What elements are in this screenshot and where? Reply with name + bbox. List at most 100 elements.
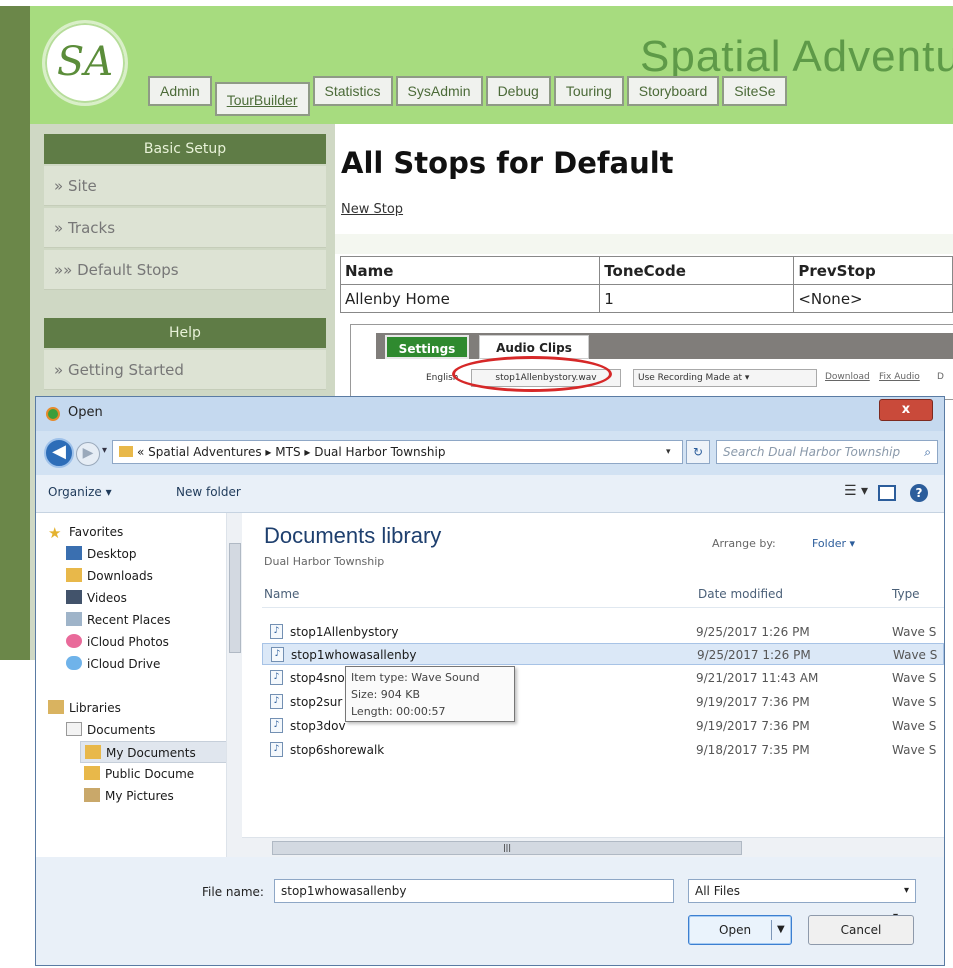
download-link[interactable]: Download [825, 372, 870, 382]
nav-scrollbar-thumb[interactable] [229, 543, 241, 653]
folder-icon [85, 745, 101, 759]
cell-name: Allenby Home [339, 284, 601, 313]
icloud-drive-icon [66, 656, 82, 670]
sidebar-item-tracks[interactable]: » Tracks [44, 208, 326, 248]
views-icon[interactable]: ☰ ▾ [844, 483, 868, 499]
tooltip-item-type: Item type: Wave Sound [351, 671, 480, 684]
column-header-tonecode: ToneCode [599, 256, 795, 285]
folder-icon [84, 766, 100, 780]
arrange-by-label: Arrange by: [712, 537, 776, 550]
nav-my-pictures[interactable]: My Pictures [84, 785, 174, 807]
open-options-arrow-icon[interactable]: ▼ [777, 916, 785, 944]
file-type-filter[interactable]: All Files ▾ [688, 879, 916, 903]
cell-prevstop: <None> [793, 284, 953, 313]
stops-table: Name ToneCode PrevStop Allenby Home 1 <N… [339, 256, 953, 313]
nav-videos[interactable]: Videos [66, 587, 127, 609]
cell-tonecode: 1 [599, 284, 795, 313]
nav-documents[interactable]: Documents [66, 719, 155, 741]
audio-file-icon: ♪ [271, 647, 284, 662]
back-arrow-icon: ◀ [52, 441, 66, 462]
tab-tourbuilder[interactable]: TourBuilder [214, 82, 310, 116]
search-icon: ⌕ [924, 445, 931, 459]
nav-desktop[interactable]: Desktop [66, 543, 137, 565]
sidebar-item-site[interactable]: » Site [44, 166, 326, 206]
tab-admin[interactable]: Admin [148, 76, 212, 106]
page-title: All Stops for Default [341, 146, 674, 180]
library-title: Documents library [264, 523, 442, 548]
site-title: Spatial Adventur [640, 32, 953, 81]
address-dropdown-icon[interactable]: ▾ [666, 440, 671, 464]
tab-touring[interactable]: Touring [553, 76, 624, 106]
file-row-selected[interactable]: ♪ stop1whowasallenby 9/25/2017 1:26 PM W… [262, 643, 944, 665]
breadcrumb-path: « Spatial Adventures ▸ MTS ▸ Dual Harbor… [137, 445, 446, 459]
refresh-button[interactable]: ↻ [686, 440, 710, 464]
dialog-titlebar: Open x [36, 397, 944, 431]
organize-button[interactable]: Organize ▾ [48, 485, 112, 499]
truncated-link[interactable]: D [937, 372, 944, 382]
new-folder-button[interactable]: New folder [176, 485, 241, 499]
nav-scrollbar[interactable] [226, 513, 242, 857]
audio-file-icon: ♪ [270, 670, 283, 685]
sidebar-item-default-stops[interactable]: »» Default Stops [44, 250, 326, 290]
library-subtitle: Dual Harbor Township [264, 555, 385, 568]
nav-icloud-drive[interactable]: iCloud Drive [66, 653, 160, 675]
refresh-icon: ↻ [692, 445, 704, 459]
recording-select[interactable]: Use Recording Made at ▾ [633, 369, 817, 387]
site-logo[interactable]: SA [42, 20, 128, 106]
tooltip-size: Size: 904 KB [351, 688, 421, 701]
close-button[interactable]: x [879, 399, 933, 421]
tab-statistics[interactable]: Statistics [312, 76, 393, 106]
cancel-button[interactable]: Cancel [808, 915, 914, 945]
file-name-input[interactable]: stop1whowasallenby ▾ [274, 879, 898, 922]
fix-audio-link[interactable]: Fix Audio [879, 372, 920, 382]
nav-icloud-photos[interactable]: iCloud Photos [66, 631, 169, 653]
column-header-date-modified[interactable]: Date modified [698, 587, 783, 601]
folder-icon [119, 446, 133, 457]
tab-sysadmin[interactable]: SysAdmin [395, 76, 483, 106]
horizontal-scrollbar-thumb[interactable]: ||| [272, 841, 742, 855]
nav-favorites[interactable]: ★ Favorites [48, 521, 123, 543]
search-input[interactable]: Search Dual Harbor Township ⌕ [716, 440, 938, 464]
pictures-folder-icon [84, 788, 100, 802]
arrange-by-dropdown[interactable]: Folder ▾ [812, 537, 855, 550]
forward-arrow-icon: ▶ [82, 445, 94, 461]
dialog-footer: File name: stop1whowasallenby ▾ All File… [36, 857, 944, 965]
column-header-type[interactable]: Type [892, 587, 920, 601]
nav-libraries[interactable]: Libraries [48, 697, 121, 719]
table-row[interactable]: Allenby Home 1 <None> [339, 284, 953, 313]
help-icon[interactable]: ? [910, 484, 928, 502]
forward-button[interactable]: ▶ [76, 442, 100, 466]
audio-file-icon: ♪ [270, 718, 283, 733]
open-button[interactable]: Open ▼ [688, 915, 792, 945]
sidebar-item-getting-started[interactable]: » Getting Started [44, 350, 326, 390]
star-icon: ★ [48, 524, 62, 542]
column-header-name[interactable]: Name [264, 587, 299, 601]
videos-icon [66, 590, 82, 604]
downloads-folder-icon [66, 568, 82, 582]
navigation-pane: ★ Favorites Desktop Downloads Videos Rece… [36, 513, 241, 857]
tab-sitese[interactable]: SiteSe [722, 76, 788, 106]
main-tab-bar: AdminTourBuilderStatistics SysAdmin Debug T… [148, 76, 790, 116]
file-row[interactable]: ♪ stop1Allenbystory 9/25/2017 1:26 PM Wa… [262, 621, 944, 643]
nav-my-documents[interactable]: My Documents [80, 741, 230, 763]
nav-recent-places[interactable]: Recent Places [66, 609, 170, 631]
left-border-band [0, 0, 30, 660]
sidebar-header-basic-setup: Basic Setup [44, 134, 326, 164]
split-divider [771, 920, 772, 940]
nav-downloads[interactable]: Downloads [66, 565, 153, 587]
highlight-ellipse [452, 356, 612, 392]
new-stop-link[interactable]: New Stop [341, 202, 403, 217]
recent-locations-dropdown[interactable]: ▾ [102, 445, 107, 456]
back-button[interactable]: ◀ [44, 438, 74, 468]
breadcrumb[interactable]: « Spatial Adventures ▸ MTS ▸ Dual Harbor… [112, 440, 683, 464]
recent-places-icon [66, 612, 82, 626]
preview-pane-icon[interactable] [878, 485, 896, 501]
nav-public-documents[interactable]: Public Docume [84, 763, 194, 785]
tab-debug[interactable]: Debug [485, 76, 551, 106]
tab-storyboard[interactable]: Storyboard [626, 76, 720, 106]
tooltip-length: Length: 00:00:57 [351, 705, 446, 718]
icloud-photos-icon [66, 634, 82, 648]
tab-settings[interactable]: Settings [385, 335, 469, 359]
horizontal-scrollbar[interactable]: ||| [242, 837, 944, 857]
file-row[interactable]: ♪ stop6shorewalk 9/18/2017 7:35 PM Wave … [262, 739, 944, 761]
